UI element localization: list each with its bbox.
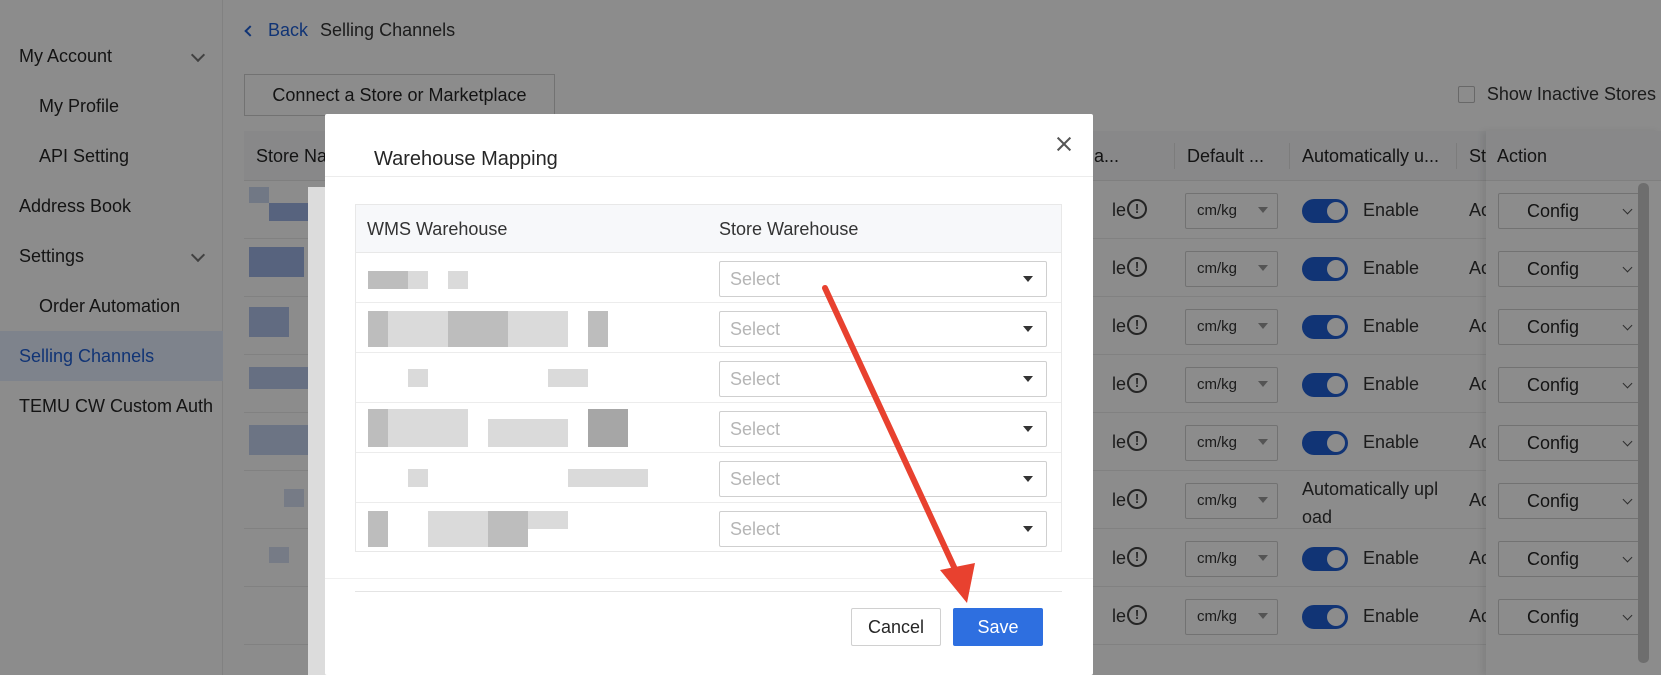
redacted-warehouse-name	[548, 369, 588, 387]
caret-down-icon	[1023, 326, 1033, 332]
caret-down-icon	[1023, 276, 1033, 282]
select-placeholder: Select	[730, 369, 781, 389]
redacted-warehouse-name	[368, 271, 408, 289]
caret-down-icon	[1023, 426, 1033, 432]
divider	[325, 578, 1093, 579]
redacted-warehouse-name	[388, 409, 468, 447]
redacted-warehouse-name	[388, 311, 448, 347]
select-placeholder: Select	[730, 469, 781, 489]
close-icon[interactable]	[1053, 133, 1075, 155]
redacted-warehouse-name	[408, 271, 428, 289]
store-warehouse-select[interactable]: Select	[719, 261, 1047, 297]
store-warehouse-select[interactable]: Select	[719, 311, 1047, 347]
redacted-warehouse-name	[588, 409, 628, 447]
mapping-row: Select	[356, 453, 1061, 503]
redacted-warehouse-name	[428, 511, 488, 547]
redacted-warehouse-name	[508, 311, 568, 347]
select-placeholder: Select	[730, 419, 781, 439]
mapping-row: Select	[356, 403, 1061, 453]
mapping-row: Select	[356, 503, 1061, 553]
th-store-warehouse: Store Warehouse	[719, 219, 859, 239]
mapping-table: WMS Warehouse Store Warehouse Select Sel…	[355, 204, 1062, 552]
caret-down-icon	[1023, 376, 1033, 382]
warehouse-mapping-dialog: Warehouse Mapping WMS Warehouse Store Wa…	[325, 114, 1093, 675]
redacted-warehouse-name	[368, 409, 388, 447]
store-warehouse-select[interactable]: Select	[719, 411, 1047, 447]
redacted-warehouse-name	[488, 511, 528, 547]
redacted-warehouse-name	[488, 419, 568, 447]
save-button[interactable]: Save	[953, 608, 1043, 646]
cancel-button[interactable]: Cancel	[851, 608, 941, 646]
caret-down-icon	[1023, 476, 1033, 482]
store-warehouse-select[interactable]: Select	[719, 361, 1047, 397]
th-wms-warehouse: WMS Warehouse	[367, 219, 508, 239]
mapping-row: Select	[356, 353, 1061, 403]
select-placeholder: Select	[730, 269, 781, 289]
redacted-warehouse-name	[588, 311, 608, 347]
select-placeholder: Select	[730, 319, 781, 339]
redacted-warehouse-name	[408, 369, 428, 387]
mapping-row: Select	[356, 253, 1061, 303]
redacted-warehouse-name	[448, 311, 508, 347]
caret-down-icon	[1023, 526, 1033, 532]
store-warehouse-select[interactable]: Select	[719, 511, 1047, 547]
store-warehouse-select[interactable]: Select	[719, 461, 1047, 497]
redacted-warehouse-name	[368, 311, 388, 347]
mapping-row: Select	[356, 303, 1061, 353]
redacted-warehouse-name	[368, 511, 388, 547]
dialog-title: Warehouse Mapping	[374, 148, 558, 170]
mapping-table-header: WMS Warehouse Store Warehouse	[356, 205, 1061, 253]
select-placeholder: Select	[730, 519, 781, 539]
redacted-warehouse-name	[408, 469, 428, 487]
redacted-warehouse-name	[568, 469, 648, 487]
divider	[355, 591, 1062, 592]
redacted-warehouse-name	[448, 271, 468, 289]
divider	[325, 176, 1093, 177]
redacted-warehouse-name	[528, 511, 568, 529]
